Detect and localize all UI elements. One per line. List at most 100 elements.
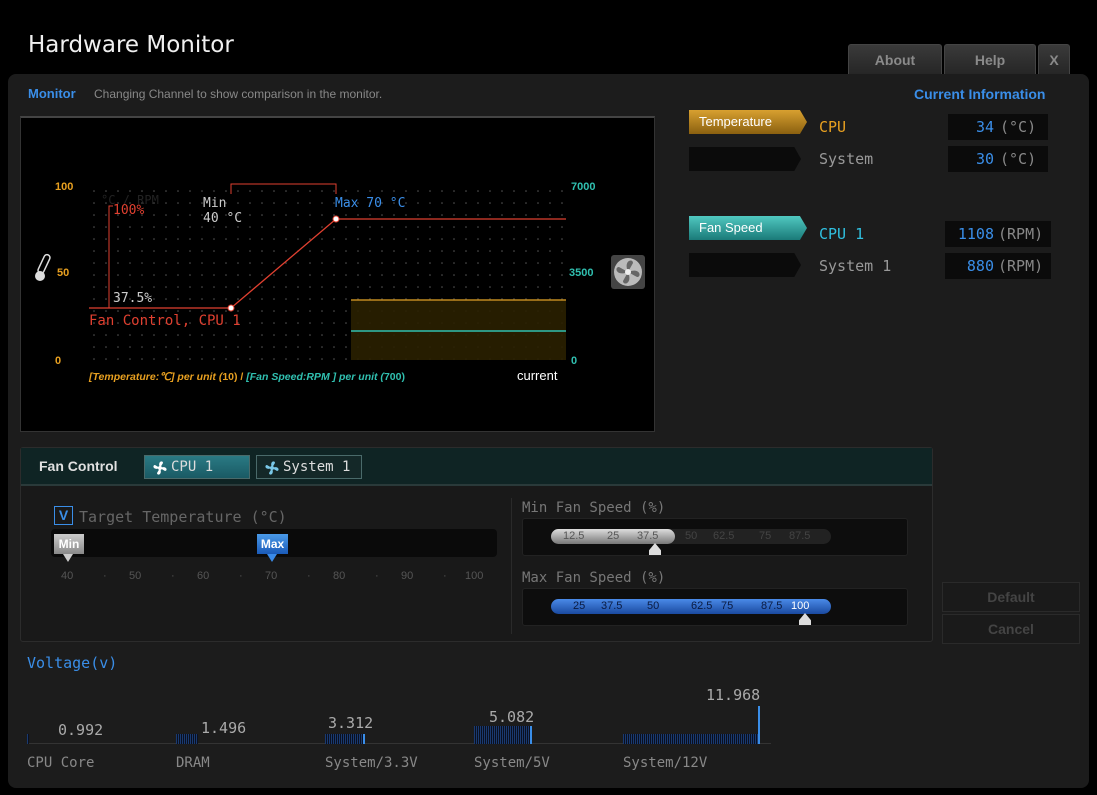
cancel-button[interactable]: Cancel [942,614,1080,644]
temp-system-unit: (°C) [1000,150,1037,168]
voltage-label-system-12v: System/12V [623,755,708,771]
voltage-bar-system-12v [623,734,759,744]
pct-37-label: 37.5% [113,291,152,306]
voltage-bar-system-5v [474,726,532,744]
max-fan-option: 50 [647,600,660,612]
max-fan-option: 25 [573,600,586,612]
monitor-graph: 100 50 0 7000 3500 0 °C / RPM 100% 37.5%… [35,181,645,383]
min-temp-label: 40 °C [203,211,242,226]
voltage-value-system-5v: 5.082 [489,708,535,726]
fan-icon [263,459,281,484]
max-fan-option: 87.5 [761,600,783,612]
temp-cpu-value-box: 34 (°C) [948,114,1048,140]
target-temp-checkbox[interactable]: V [54,506,73,525]
min-handle-pointer [63,554,73,562]
voltage-value-dram: 1.496 [201,719,247,737]
scale-label: 100 [465,570,484,582]
min-fan-speed-track[interactable]: 12.5 25 37.5 50 62.5 75 87.5 [522,518,908,556]
curve-point-min[interactable] [227,304,235,312]
fan-cpu1-label: CPU 1 [819,225,865,243]
scale-dot: · [239,570,243,582]
fan-cpu1-unit: (RPM) [998,225,1044,243]
scale-dot: · [443,570,447,582]
temperature-tag: Temperature [689,110,807,134]
target-temp-scale: 40 · 50 · 60 · 70 · 80 · 90 · 100 [51,570,497,584]
legend-fan: [Fan Speed:RPM ] per unit ( [245,371,385,383]
voltage-bar-cpu-core [27,734,29,744]
voltage-label-system-5v: System/5V [474,755,550,771]
series-label: Fan Control, CPU 1 [89,313,241,329]
min-fan-handle[interactable] [649,543,661,555]
min-fan-option: 12.5 [563,530,585,542]
panel-divider [511,498,512,634]
fan-system1-unit: (RPM) [998,257,1044,275]
max-fan-speed-label: Max Fan Speed (%) [522,570,666,586]
fan-system1-label: System 1 [819,257,892,275]
min-label: Min [203,196,226,211]
temp-system-value-box: 30 (°C) [948,146,1048,172]
target-temp-max-handle[interactable]: Max [257,534,288,554]
fan-system1-value: 880 [966,257,994,275]
monitor-description: Changing Channel to show comparison in t… [94,87,383,101]
scale-dot: · [171,570,175,582]
tab-cpu1-label: CPU 1 [171,459,214,475]
thermometer-icon [35,253,51,281]
min-fan-option: 87.5 [789,530,811,542]
legend-temp: [Temperature:℃] per unit ( [88,371,224,383]
legend-close: ) [401,371,405,383]
scale-dot: · [307,570,311,582]
fan-speed-tag: Fan Speed [689,216,807,240]
voltage-label-dram: DRAM [176,755,210,771]
max-fan-option: 75 [721,600,734,612]
max-fan-option: 62.5 [691,600,713,612]
current-label: current [517,368,558,383]
max-temp-label: Max 70 °C [335,196,405,211]
temperature-tag-empty [689,147,801,171]
tab-system1-label: System 1 [283,459,351,475]
tab-system1[interactable]: System 1 [256,455,362,479]
app-title: Hardware Monitor [28,32,234,58]
temp-system-value: 30 [975,150,994,168]
about-button[interactable]: About [848,44,942,74]
voltage-tick-system-3v3 [363,734,365,744]
legend-temp-val: 10 [222,371,234,383]
tab-cpu1[interactable]: CPU 1 [144,455,250,479]
voltage-label-system-3v3: System/3.3V [325,755,418,771]
max-handle-pointer [267,554,277,562]
max-fan-speed-track[interactable]: 25 37.5 50 62.5 75 87.5 100 [522,588,908,626]
fan-system1-value-box: 880 (RPM) [945,253,1051,279]
y-left-bottom-label: 0 [55,355,61,367]
scale-label: 60 [197,570,210,582]
temp-cpu-label: CPU [819,118,847,136]
graph-legend: [Temperature:℃] per unit (10) / [Fan Spe… [88,371,405,383]
legend-fan-val: 700 [384,371,402,383]
monitor-title: Monitor [28,86,76,101]
min-fan-option: 75 [759,530,772,542]
scale-label: 70 [265,570,278,582]
fan-control-panel: Fan Control CPU 1 System 1 V Target Temp… [20,447,933,642]
max-fan-handle[interactable] [799,613,811,625]
voltage-value-system-3v3: 3.312 [328,714,374,732]
target-temp-min-handle[interactable]: Min [54,534,84,554]
voltage-bar-system-3v3 [325,734,365,744]
min-fan-option: 50 [685,530,698,542]
scale-dot: · [375,570,379,582]
curve-point-max[interactable] [332,215,340,223]
pct-100-label: 100% [113,203,144,218]
close-button[interactable]: X [1038,44,1070,74]
temp-cpu-value: 34 [975,118,994,136]
help-button[interactable]: Help [944,44,1036,74]
current-band [351,300,566,360]
fan-cpu1-value-box: 1108 (RPM) [945,221,1051,247]
voltage-tick-system-12v [758,706,760,744]
max-fan-option: 37.5 [601,600,623,612]
voltage-title: Voltage(v) [27,654,118,672]
min-fan-option: 37.5 [637,530,659,542]
monitor-graph-panel: 100 50 0 7000 3500 0 °C / RPM 100% 37.5%… [20,116,655,432]
default-button[interactable]: Default [942,582,1080,612]
max-fan-option: 100 [791,600,810,612]
fan-icon [151,459,169,484]
fan-icon [611,255,645,289]
target-temp-label: Target Temperature (°C) [79,508,287,526]
temp-cpu-unit: (°C) [1000,118,1037,136]
